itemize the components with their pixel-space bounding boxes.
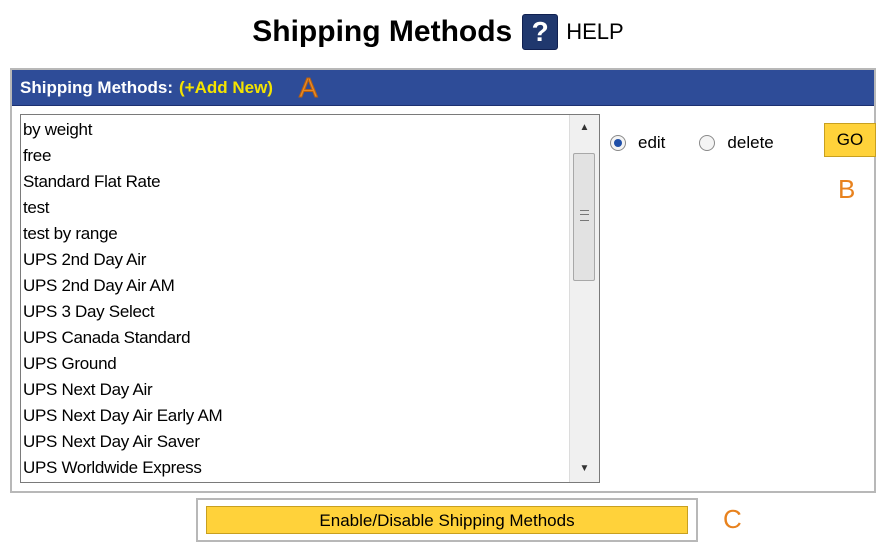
annotation-marker-b: B bbox=[838, 174, 856, 204]
list-item[interactable]: UPS Next Day Air Saver bbox=[23, 429, 563, 455]
list-item[interactable]: UPS Next Day Air bbox=[23, 377, 563, 403]
listbox-scrollbar[interactable]: ▲ ▼ bbox=[569, 115, 599, 482]
triangle-down-icon[interactable]: ▼ bbox=[570, 456, 599, 482]
delete-radio[interactable] bbox=[699, 135, 716, 151]
action-radio-group: edit delete bbox=[610, 128, 774, 158]
list-item[interactable]: UPS Worldwide Express bbox=[23, 455, 563, 481]
list-item[interactable]: free bbox=[23, 143, 563, 169]
question-mark-icon[interactable]: ? bbox=[522, 14, 559, 50]
edit-radio[interactable] bbox=[610, 135, 626, 151]
list-item[interactable]: UPS Ground bbox=[23, 351, 563, 377]
edit-radio-label: edit bbox=[638, 133, 666, 152]
list-item[interactable]: by weight bbox=[23, 117, 563, 143]
enable-disable-button-frame: Enable/Disable Shipping Methods bbox=[196, 498, 698, 542]
list-item[interactable]: UPS 2nd Day Air bbox=[23, 247, 563, 273]
page-header: Shipping Methods ? HELP bbox=[0, 14, 876, 50]
panel-header-label: Shipping Methods: bbox=[20, 77, 173, 97]
shipping-methods-list: by weight free Standard Flat Rate test test … bbox=[23, 117, 563, 481]
panel-header: Shipping Methods: (+Add New) A bbox=[12, 70, 874, 106]
list-item[interactable]: UPS Canada Standard bbox=[23, 325, 563, 351]
scrollbar-thumb[interactable] bbox=[573, 153, 595, 281]
list-item[interactable]: UPS 3 Day Select bbox=[23, 299, 563, 325]
shipping-methods-listbox[interactable]: by weight free Standard Flat Rate test test … bbox=[20, 114, 600, 483]
list-item[interactable]: UPS 2nd Day Air AM bbox=[23, 273, 563, 299]
shipping-methods-panel: Shipping Methods: (+Add New) A by weight… bbox=[10, 68, 876, 493]
annotation-marker-a: A bbox=[298, 71, 318, 103]
help-link[interactable]: HELP bbox=[566, 19, 623, 45]
enable-disable-shipping-methods-button[interactable]: Enable/Disable Shipping Methods bbox=[206, 506, 688, 534]
list-item[interactable]: test by range bbox=[23, 221, 563, 247]
list-item[interactable]: UPS Next Day Air Early AM bbox=[23, 403, 563, 429]
page-title: Shipping Methods bbox=[252, 15, 513, 48]
list-item[interactable]: Standard Flat Rate bbox=[23, 169, 563, 195]
grip-lines-icon bbox=[580, 210, 589, 221]
add-new-link[interactable]: (+Add New) bbox=[179, 78, 273, 98]
triangle-up-icon[interactable]: ▲ bbox=[570, 115, 599, 141]
list-item[interactable]: test bbox=[23, 195, 563, 221]
delete-radio-label: delete bbox=[727, 133, 774, 152]
annotation-marker-c: C bbox=[723, 504, 742, 534]
go-button[interactable]: GO bbox=[824, 123, 876, 157]
